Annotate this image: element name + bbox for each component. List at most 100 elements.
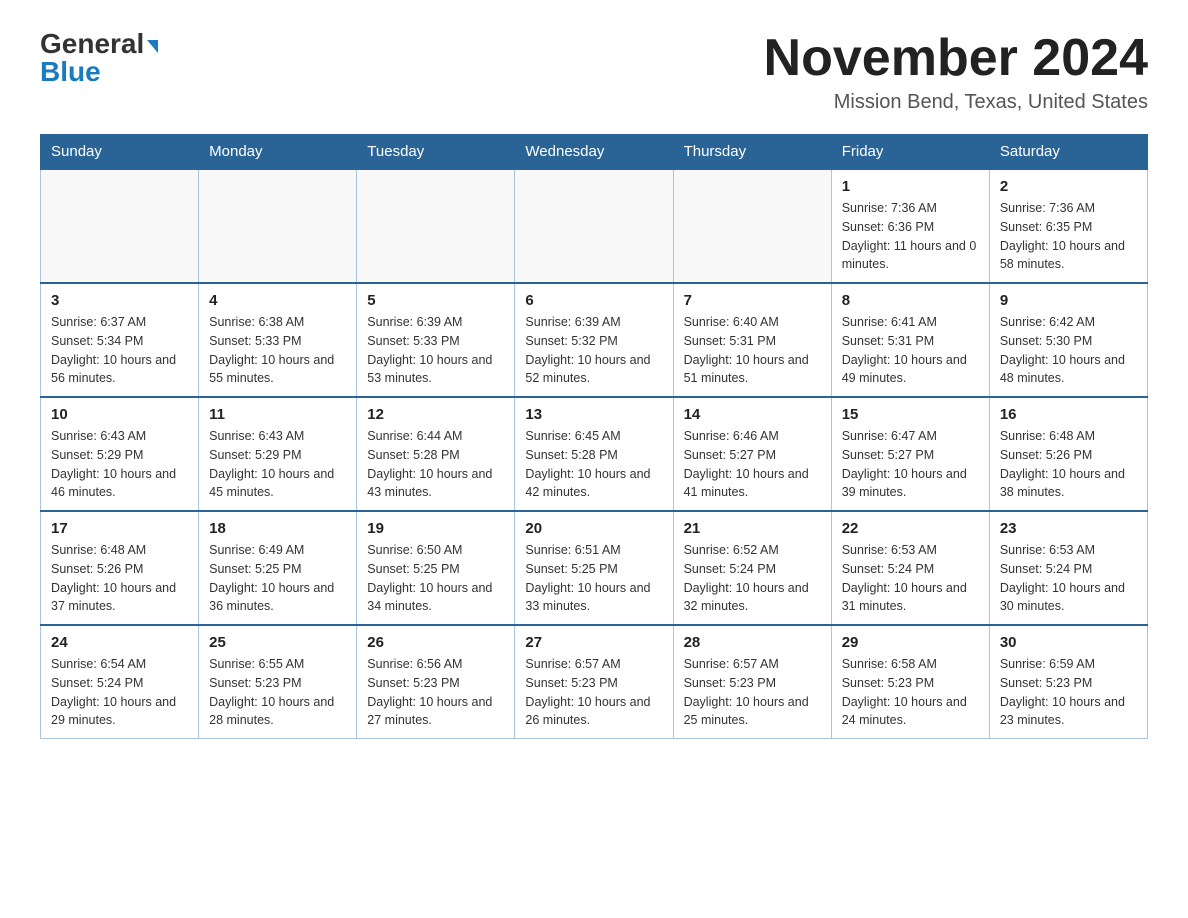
day-info: Sunrise: 6:52 AMSunset: 5:24 PMDaylight:…	[684, 541, 821, 616]
day-number: 28	[684, 634, 821, 651]
calendar-cell: 23 Sunrise: 6:53 AMSunset: 5:24 PMDayligh…	[989, 511, 1147, 625]
week-row-4: 17Sunrise: 6:48 AMSunset: 5:26 PMDayligh…	[41, 511, 1148, 625]
calendar-cell: 27Sunrise: 6:57 AMSunset: 5:23 PMDayligh…	[515, 625, 673, 739]
day-number: 5	[367, 292, 504, 309]
calendar-cell: 29 Sunrise: 6:58 AMSunset: 5:23 PMDayligh…	[831, 625, 989, 739]
day-number: 30	[1000, 634, 1137, 651]
column-header-thursday: Thursday	[673, 135, 831, 170]
column-header-wednesday: Wednesday	[515, 135, 673, 170]
calendar-cell: 28 Sunrise: 6:57 AMSunset: 5:23 PMDayligh…	[673, 625, 831, 739]
day-number: 23	[1000, 520, 1137, 537]
calendar-cell: 15 Sunrise: 6:47 AMSunset: 5:27 PMDayligh…	[831, 397, 989, 511]
day-number: 14	[684, 406, 821, 423]
calendar-cell: 1Sunrise: 7:36 AMSunset: 6:36 PMDaylight…	[831, 169, 989, 283]
day-number: 3	[51, 292, 188, 309]
day-info: Sunrise: 6:41 AMSunset: 5:31 PMDaylight:…	[842, 313, 979, 388]
day-number: 24	[51, 634, 188, 651]
logo-arrow-icon	[147, 40, 158, 53]
day-info: Sunrise: 6:50 AMSunset: 5:25 PMDaylight:…	[367, 541, 504, 616]
day-info: Sunrise: 6:53 AMSunset: 5:24 PMDaylight:…	[842, 541, 979, 616]
day-info: Sunrise: 6:46 AMSunset: 5:27 PMDaylight:…	[684, 427, 821, 502]
day-number: 1	[842, 178, 979, 195]
day-info: Sunrise: 6:58 AMSunset: 5:23 PMDaylight:…	[842, 655, 979, 730]
calendar-cell: 17Sunrise: 6:48 AMSunset: 5:26 PMDayligh…	[41, 511, 199, 625]
day-info: Sunrise: 6:40 AMSunset: 5:31 PMDaylight:…	[684, 313, 821, 388]
day-info: Sunrise: 6:42 AMSunset: 5:30 PMDaylight:…	[1000, 313, 1137, 388]
day-number: 11	[209, 406, 346, 423]
day-number: 20	[525, 520, 662, 537]
calendar-header-row: SundayMondayTuesdayWednesdayThursdayFrid…	[41, 135, 1148, 170]
day-info: Sunrise: 6:43 AMSunset: 5:29 PMDaylight:…	[51, 427, 188, 502]
logo-general-text: General	[40, 30, 144, 58]
day-number: 8	[842, 292, 979, 309]
calendar-cell: 30Sunrise: 6:59 AMSunset: 5:23 PMDayligh…	[989, 625, 1147, 739]
calendar-cell: 7 Sunrise: 6:40 AMSunset: 5:31 PMDaylight…	[673, 283, 831, 397]
week-row-5: 24 Sunrise: 6:54 AMSunset: 5:24 PMDayligh…	[41, 625, 1148, 739]
day-number: 15	[842, 406, 979, 423]
column-header-tuesday: Tuesday	[357, 135, 515, 170]
day-info: Sunrise: 6:45 AMSunset: 5:28 PMDaylight:…	[525, 427, 662, 502]
day-info: Sunrise: 6:47 AMSunset: 5:27 PMDaylight:…	[842, 427, 979, 502]
calendar-cell: 13Sunrise: 6:45 AMSunset: 5:28 PMDayligh…	[515, 397, 673, 511]
week-row-2: 3Sunrise: 6:37 AMSunset: 5:34 PMDaylight…	[41, 283, 1148, 397]
day-info: Sunrise: 6:55 AMSunset: 5:23 PMDaylight:…	[209, 655, 346, 730]
calendar-cell: 6 Sunrise: 6:39 AMSunset: 5:32 PMDaylight…	[515, 283, 673, 397]
calendar-cell: 16 Sunrise: 6:48 AMSunset: 5:26 PMDayligh…	[989, 397, 1147, 511]
calendar-cell: 4Sunrise: 6:38 AMSunset: 5:33 PMDaylight…	[199, 283, 357, 397]
column-header-friday: Friday	[831, 135, 989, 170]
calendar-cell: 3Sunrise: 6:37 AMSunset: 5:34 PMDaylight…	[41, 283, 199, 397]
day-number: 29	[842, 634, 979, 651]
calendar-cell: 11 Sunrise: 6:43 AMSunset: 5:29 PMDayligh…	[199, 397, 357, 511]
calendar-cell	[41, 169, 199, 283]
day-info: Sunrise: 6:56 AMSunset: 5:23 PMDaylight:…	[367, 655, 504, 730]
calendar-cell: 24 Sunrise: 6:54 AMSunset: 5:24 PMDayligh…	[41, 625, 199, 739]
page-header: General Blue November 2024 Mission Bend,…	[40, 30, 1148, 114]
calendar-cell: 26Sunrise: 6:56 AMSunset: 5:23 PMDayligh…	[357, 625, 515, 739]
calendar-cell: 12Sunrise: 6:44 AMSunset: 5:28 PMDayligh…	[357, 397, 515, 511]
day-info: Sunrise: 6:38 AMSunset: 5:33 PMDaylight:…	[209, 313, 346, 388]
day-number: 21	[684, 520, 821, 537]
calendar-cell: 19 Sunrise: 6:50 AMSunset: 5:25 PMDayligh…	[357, 511, 515, 625]
day-info: Sunrise: 6:39 AMSunset: 5:32 PMDaylight:…	[525, 313, 662, 388]
day-info: Sunrise: 6:54 AMSunset: 5:24 PMDaylight:…	[51, 655, 188, 730]
calendar-cell: 18Sunrise: 6:49 AMSunset: 5:25 PMDayligh…	[199, 511, 357, 625]
calendar-cell: 21 Sunrise: 6:52 AMSunset: 5:24 PMDayligh…	[673, 511, 831, 625]
day-number: 16	[1000, 406, 1137, 423]
day-number: 17	[51, 520, 188, 537]
day-info: Sunrise: 6:51 AMSunset: 5:25 PMDaylight:…	[525, 541, 662, 616]
day-info: Sunrise: 6:53 AMSunset: 5:24 PMDaylight:…	[1000, 541, 1137, 616]
calendar-cell: 20 Sunrise: 6:51 AMSunset: 5:25 PMDayligh…	[515, 511, 673, 625]
day-number: 2	[1000, 178, 1137, 195]
page-title: November 2024	[764, 30, 1148, 87]
day-number: 22	[842, 520, 979, 537]
week-row-1: 1Sunrise: 7:36 AMSunset: 6:36 PMDaylight…	[41, 169, 1148, 283]
column-header-sunday: Sunday	[41, 135, 199, 170]
day-info: Sunrise: 6:48 AMSunset: 5:26 PMDaylight:…	[1000, 427, 1137, 502]
calendar-cell: 2 Sunrise: 7:36 AMSunset: 6:35 PMDaylight…	[989, 169, 1147, 283]
column-header-monday: Monday	[199, 135, 357, 170]
day-info: Sunrise: 6:39 AMSunset: 5:33 PMDaylight:…	[367, 313, 504, 388]
day-number: 10	[51, 406, 188, 423]
title-block: November 2024 Mission Bend, Texas, Unite…	[764, 30, 1148, 114]
day-number: 6	[525, 292, 662, 309]
day-number: 7	[684, 292, 821, 309]
calendar-cell	[673, 169, 831, 283]
day-info: Sunrise: 6:57 AMSunset: 5:23 PMDaylight:…	[684, 655, 821, 730]
day-info: Sunrise: 6:49 AMSunset: 5:25 PMDaylight:…	[209, 541, 346, 616]
calendar-cell: 5 Sunrise: 6:39 AMSunset: 5:33 PMDaylight…	[357, 283, 515, 397]
logo-blue-text: Blue	[40, 58, 101, 86]
column-header-saturday: Saturday	[989, 135, 1147, 170]
day-number: 12	[367, 406, 504, 423]
calendar-cell: 25 Sunrise: 6:55 AMSunset: 5:23 PMDayligh…	[199, 625, 357, 739]
calendar-table: SundayMondayTuesdayWednesdayThursdayFrid…	[40, 134, 1148, 739]
logo: General Blue	[40, 30, 158, 86]
calendar-cell	[515, 169, 673, 283]
calendar-cell	[199, 169, 357, 283]
day-number: 19	[367, 520, 504, 537]
day-info: Sunrise: 6:43 AMSunset: 5:29 PMDaylight:…	[209, 427, 346, 502]
calendar-cell: 8 Sunrise: 6:41 AMSunset: 5:31 PMDaylight…	[831, 283, 989, 397]
day-number: 25	[209, 634, 346, 651]
calendar-cell: 22 Sunrise: 6:53 AMSunset: 5:24 PMDayligh…	[831, 511, 989, 625]
day-info: Sunrise: 7:36 AMSunset: 6:35 PMDaylight:…	[1000, 199, 1137, 274]
calendar-cell: 14 Sunrise: 6:46 AMSunset: 5:27 PMDayligh…	[673, 397, 831, 511]
